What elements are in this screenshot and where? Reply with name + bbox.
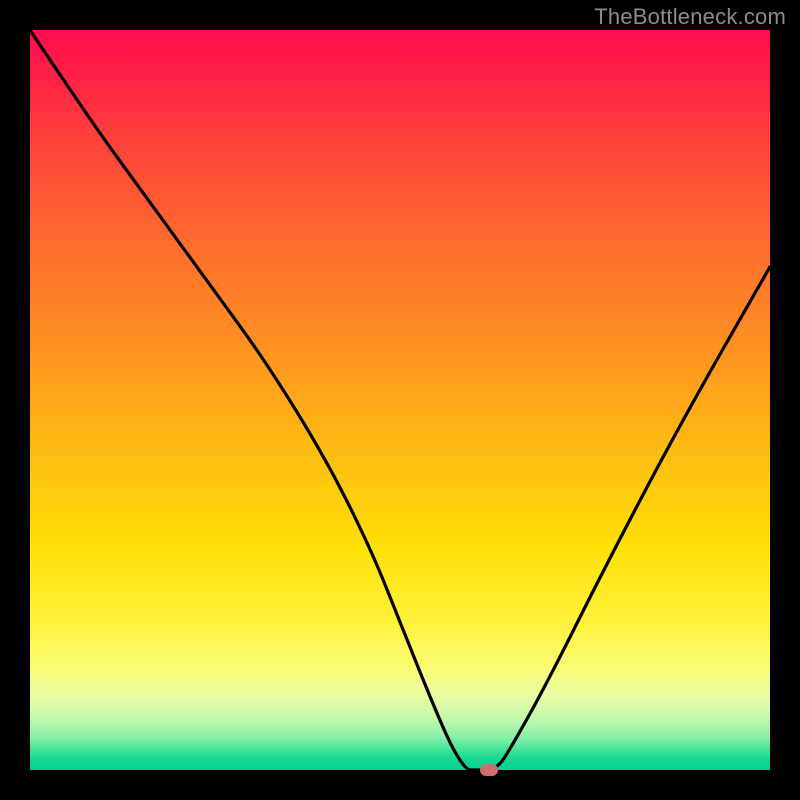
plot-area [30,30,770,770]
chart-frame: TheBottleneck.com [0,0,800,800]
watermark-text: TheBottleneck.com [594,4,786,30]
curve-svg [30,30,770,770]
bottleneck-curve-path [30,30,770,770]
minimum-marker [480,764,498,776]
